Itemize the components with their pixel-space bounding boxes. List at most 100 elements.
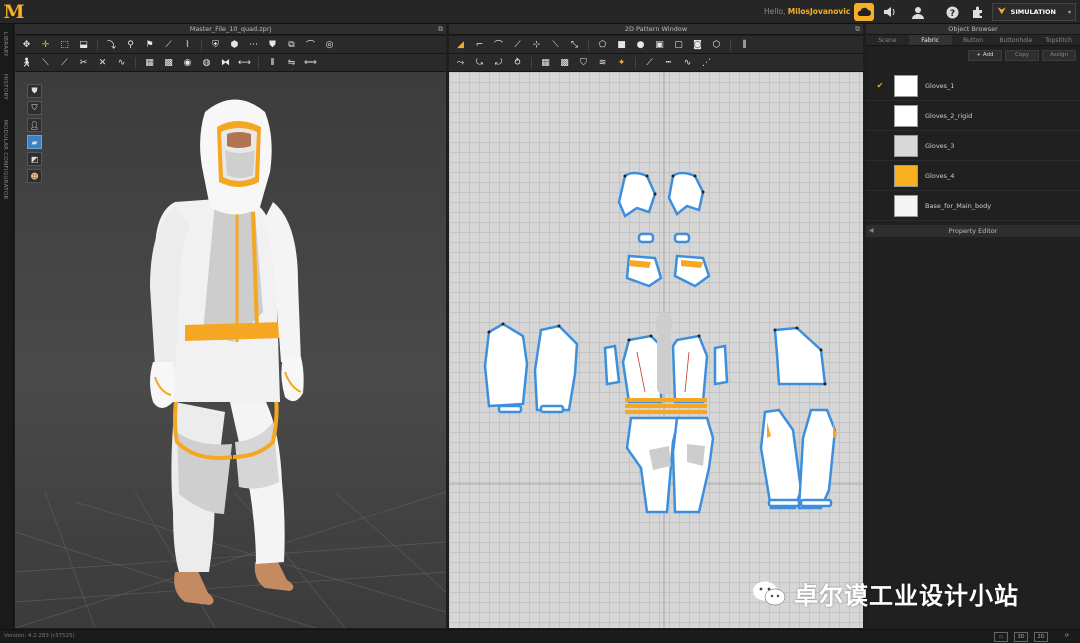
- show-avatar-icon[interactable]: 👤︎: [27, 118, 42, 132]
- user-name[interactable]: MilosJovanovic: [788, 7, 851, 16]
- free-topstitch-icon[interactable]: ∿: [680, 56, 695, 70]
- tab-fabric[interactable]: Fabric: [908, 35, 952, 45]
- layout-3d-icon[interactable]: 3D: [1014, 632, 1028, 642]
- draw-line-icon[interactable]: ⟍: [38, 56, 53, 70]
- simulation-button[interactable]: ⮟ SIMULATION ▾: [992, 3, 1076, 21]
- layer-icon[interactable]: ⧉: [284, 38, 299, 52]
- expand-arrow-icon[interactable]: ◀: [869, 225, 874, 237]
- fabric-pattern-icon[interactable]: ▦: [538, 56, 553, 70]
- show-stress-icon[interactable]: ▰: [27, 135, 42, 149]
- circle-icon[interactable]: ●: [633, 38, 648, 52]
- transform-pattern-icon[interactable]: ◢: [453, 38, 468, 52]
- scale-icon[interactable]: ⤡: [567, 38, 582, 52]
- fabric-icon[interactable]: ▦: [142, 56, 157, 70]
- avatar-measure-icon[interactable]: ⌇: [180, 38, 195, 52]
- avatar-pose-icon[interactable]: 🚶︎: [19, 56, 34, 70]
- edit-point-icon[interactable]: ⌐: [472, 38, 487, 52]
- reset-arrangement-icon[interactable]: ⬓: [76, 38, 91, 52]
- internal-rectangle-icon[interactable]: ▢: [671, 38, 686, 52]
- graphic-icon[interactable]: ⛉: [576, 56, 591, 70]
- align-icon[interactable]: ⫴: [265, 56, 280, 70]
- grain-icon[interactable]: ✦: [614, 56, 629, 70]
- edit-topstitch-icon[interactable]: ⋰: [699, 56, 714, 70]
- topstitch-icon[interactable]: ⟋: [642, 56, 657, 70]
- fabric-item-gloves-2-rigid[interactable]: Gloves_2_rigid: [866, 101, 1080, 131]
- copy-fabric-button[interactable]: Copy: [1005, 50, 1039, 61]
- property-editor-header[interactable]: ◀ Property Editor: [866, 225, 1080, 237]
- pin-icon[interactable]: ⚑: [142, 38, 157, 52]
- fabric-item-base-for-main-body[interactable]: Base_for_Main_body: [866, 191, 1080, 221]
- edit-curvature-icon[interactable]: ∿: [114, 56, 129, 70]
- check-sewing-icon[interactable]: ⤾: [491, 56, 506, 70]
- button-icon[interactable]: ◉: [180, 56, 195, 70]
- refresh-icon[interactable]: ⟳: [1060, 632, 1074, 642]
- curve-point-icon[interactable]: ⟋: [510, 38, 525, 52]
- segment-topstitch-icon[interactable]: ┅: [661, 56, 676, 70]
- transform-icon[interactable]: ✛: [38, 38, 53, 52]
- fabric-item-gloves-1[interactable]: ✔ Gloves_1: [866, 71, 1080, 101]
- app-logo[interactable]: M: [2, 1, 26, 23]
- trace-icon[interactable]: ⫼: [737, 38, 752, 52]
- texture-icon[interactable]: ▩: [161, 56, 176, 70]
- show-fabric-icon[interactable]: ⛉: [27, 101, 42, 115]
- tab-topstitch[interactable]: Topstitch: [1037, 35, 1080, 45]
- tuck-icon[interactable]: ⥁: [510, 56, 525, 70]
- tab-buttonhole[interactable]: Buttonhole: [994, 35, 1037, 45]
- stitch-icon[interactable]: ⋯: [246, 38, 261, 52]
- segment-sewing-icon[interactable]: ⤳: [453, 56, 468, 70]
- internal-circle-icon[interactable]: ◙: [690, 38, 705, 52]
- maximize-icon[interactable]: ⧉: [438, 24, 443, 35]
- texture-pattern-icon[interactable]: ▩: [557, 56, 572, 70]
- ring-icon[interactable]: ◎: [322, 38, 337, 52]
- fold-icon[interactable]: ⤵: [104, 38, 119, 52]
- shirt-icon[interactable]: ⛊: [265, 38, 280, 52]
- flip-icon[interactable]: ⇋: [284, 56, 299, 70]
- show-garment-icon[interactable]: ⛊: [27, 84, 42, 98]
- zipper-icon[interactable]: ⧓: [218, 56, 233, 70]
- add-fabric-button[interactable]: + Add: [968, 50, 1002, 61]
- viewport-3d[interactable]: ⛊ ⛉ 👤︎ ▰ ◩ ☻: [15, 72, 446, 628]
- add-point-icon[interactable]: ⊹: [529, 38, 544, 52]
- cross-icon[interactable]: ✕: [95, 56, 110, 70]
- measure-icon[interactable]: ⟋: [161, 38, 176, 52]
- tack-icon[interactable]: ⚲: [123, 38, 138, 52]
- puckering-icon[interactable]: ≋: [595, 56, 610, 70]
- slash-icon[interactable]: ⟍: [548, 38, 563, 52]
- avatar-settings-button[interactable]: [968, 3, 988, 21]
- user-button[interactable]: [908, 3, 928, 21]
- help-button[interactable]: ?: [942, 3, 962, 21]
- dart-icon[interactable]: ⬡: [709, 38, 724, 52]
- cloud-sync-button[interactable]: [854, 3, 874, 21]
- speaker-button[interactable]: [880, 3, 900, 21]
- free-sewing-icon[interactable]: ⤿: [472, 56, 487, 70]
- select-move-icon[interactable]: ✥: [19, 38, 34, 52]
- side-tab-modular-configurator[interactable]: MODULAR CONFIGURATOR: [2, 120, 8, 200]
- internal-polygon-icon[interactable]: ▣: [652, 38, 667, 52]
- layout-2d-icon[interactable]: 2D: [1034, 632, 1048, 642]
- edit-curve-icon[interactable]: ⌒: [491, 38, 506, 52]
- assign-fabric-button[interactable]: Assign: [1042, 50, 1076, 61]
- expand-icon[interactable]: ⟺: [303, 56, 318, 70]
- viewport-2d[interactable]: [449, 72, 863, 628]
- buttonhole-icon[interactable]: ◍: [199, 56, 214, 70]
- fabric-item-gloves-3[interactable]: Gloves_3: [866, 131, 1080, 161]
- strap-icon[interactable]: ⌒: [303, 38, 318, 52]
- side-tab-history[interactable]: HISTORY: [2, 74, 8, 100]
- cut-icon[interactable]: ✂: [76, 56, 91, 70]
- piping-icon[interactable]: ⟷: [237, 56, 252, 70]
- side-tab-library[interactable]: LIBRARY: [2, 32, 8, 57]
- tab-scene[interactable]: Scene: [866, 35, 909, 45]
- layout-single-icon[interactable]: ▭: [994, 632, 1008, 642]
- rectangle-icon[interactable]: ■: [614, 38, 629, 52]
- pattern-icon[interactable]: ⬢: [227, 38, 242, 52]
- show-texture-icon[interactable]: ◩: [27, 152, 42, 166]
- polygon-icon[interactable]: ⬠: [595, 38, 610, 52]
- viewport3d-display-tools: ⛊ ⛉ 👤︎ ▰ ◩ ☻: [27, 84, 42, 183]
- tab-button[interactable]: Button: [952, 35, 995, 45]
- garment-fit-icon[interactable]: ⛨: [208, 38, 223, 52]
- segment-icon[interactable]: ⟋: [57, 56, 72, 70]
- fabric-item-gloves-4[interactable]: Gloves_4: [866, 161, 1080, 191]
- show-skin-icon[interactable]: ☻: [27, 169, 42, 183]
- select-box-icon[interactable]: ⬚: [57, 38, 72, 52]
- maximize-icon[interactable]: ⧉: [855, 24, 860, 35]
